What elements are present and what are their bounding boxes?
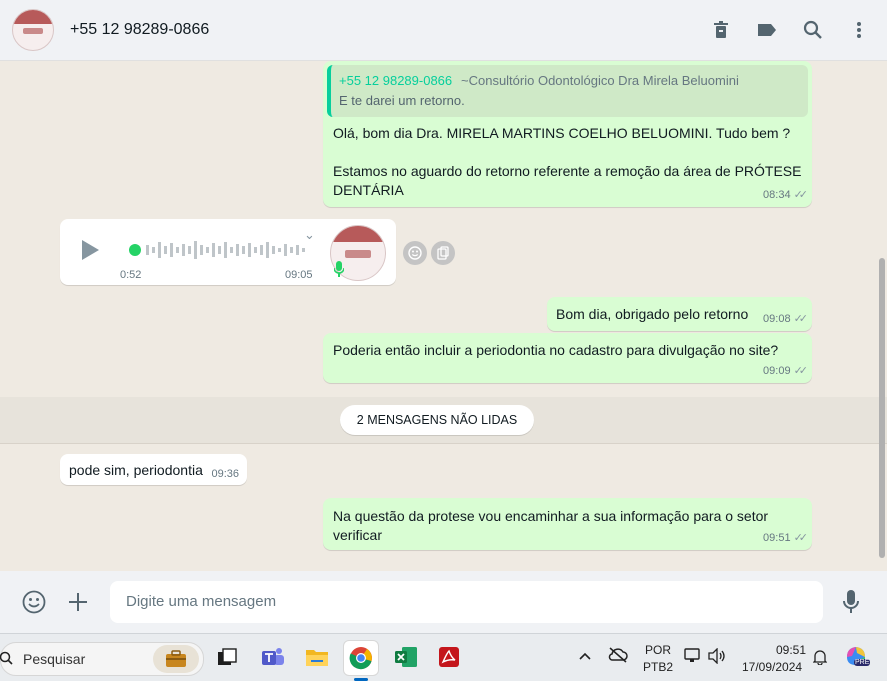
message-time: 09:08	[763, 312, 791, 325]
message-time: 08:34	[763, 188, 791, 201]
windows-taskbar: Pesquisar POR PTB2 09:51 17/09/2024 PRE	[0, 633, 887, 681]
chevron-down-icon[interactable]: ⌄	[304, 227, 315, 243]
message-outgoing[interactable]: Poderia então incluir a periodontia no c…	[323, 333, 812, 383]
contact-name[interactable]: +55 12 98289-0866	[70, 21, 209, 39]
volume-icon[interactable]	[708, 647, 726, 669]
message-input[interactable]: Digite uma mensagem	[110, 581, 823, 623]
message-outgoing[interactable]: Bom dia, obrigado pelo retorno 09:08 ✓✓	[547, 297, 812, 331]
chrome-icon[interactable]	[343, 640, 379, 676]
message-time: 09:36	[211, 468, 239, 480]
play-icon[interactable]	[80, 239, 100, 264]
audio-message[interactable]: ⌄ 0:52 09:05	[60, 219, 396, 285]
microphone-icon[interactable]	[843, 590, 859, 619]
message-time: 09:51	[763, 531, 791, 544]
unread-divider: 2 MENSAGENS NÃO LIDAS	[0, 397, 887, 444]
search-icon[interactable]	[799, 16, 827, 44]
message-text: Poderia então incluir a periodontia no c…	[333, 342, 779, 358]
contact-avatar[interactable]	[12, 9, 54, 51]
message-outgoing[interactable]: +55 12 98289-0866 ~Consultório Odontológ…	[323, 61, 812, 207]
network-icon[interactable]	[684, 648, 702, 669]
chat-area[interactable]: +55 12 98289-0866 ~Consultório Odontológ…	[0, 61, 887, 571]
unread-badge: 2 MENSAGENS NÃO LIDAS	[340, 405, 534, 435]
pdf-reader-icon[interactable]	[432, 640, 466, 674]
task-view-icon[interactable]	[210, 640, 244, 674]
emoji-icon[interactable]	[22, 590, 46, 619]
message-text: Estamos no aguardo do retorno referente …	[333, 163, 802, 179]
keyboard-layout[interactable]: PTB2	[643, 660, 673, 674]
trash-icon[interactable]	[707, 16, 735, 44]
copilot-pre-badge: PRE	[854, 659, 871, 666]
input-language[interactable]: POR	[645, 643, 671, 657]
clock-time[interactable]: 09:51	[776, 643, 806, 657]
briefcase-icon[interactable]	[153, 645, 199, 673]
read-ticks-icon: ✓✓	[793, 532, 809, 544]
file-explorer-icon[interactable]	[300, 640, 334, 674]
message-time: 09:05	[285, 269, 313, 281]
chat-scrollbar[interactable]	[879, 258, 885, 558]
search-icon	[0, 651, 13, 670]
microphone-icon	[333, 261, 345, 280]
quoted-sender: +55 12 98289-0866	[339, 73, 453, 88]
forward-icon[interactable]	[431, 241, 455, 265]
chat-header: +55 12 98289-0866	[0, 0, 887, 61]
more-icon[interactable]	[845, 16, 873, 44]
message-incoming[interactable]: pode sim, periodontia 09:36	[60, 454, 247, 485]
quoted-message[interactable]: +55 12 98289-0866 ~Consultório Odontológ…	[327, 65, 808, 117]
clock-date[interactable]: 17/09/2024	[742, 660, 802, 674]
read-ticks-icon: ✓✓	[793, 365, 809, 377]
excel-icon[interactable]	[389, 640, 423, 674]
teams-icon[interactable]	[256, 640, 290, 674]
message-text: verificar	[333, 527, 383, 543]
quoted-text: E te darei um retorno.	[339, 93, 465, 108]
search-label: Pesquisar	[23, 651, 86, 667]
message-time: 09:09	[763, 364, 791, 377]
compose-bar: Digite uma mensagem	[0, 571, 887, 633]
message-text: DENTÁRIA	[333, 182, 404, 198]
message-outgoing[interactable]: Na questão da protese vou encaminhar a s…	[323, 498, 812, 550]
read-ticks-icon: ✓✓	[793, 313, 809, 325]
audio-duration: 0:52	[120, 269, 142, 281]
tag-icon[interactable]	[753, 16, 781, 44]
message-input-placeholder: Digite uma mensagem	[126, 593, 277, 610]
message-text: Bom dia, obrigado pelo retorno	[556, 306, 749, 322]
read-ticks-icon: ✓✓	[793, 189, 809, 201]
copilot-icon[interactable]: PRE	[843, 643, 871, 669]
taskbar-search[interactable]: Pesquisar	[0, 642, 204, 676]
message-text: pode sim, periodontia	[69, 462, 203, 478]
quoted-sender-name: ~Consultório Odontológico Dra Mirela Bel…	[461, 73, 739, 88]
message-text: Na questão da protese vou encaminhar a s…	[333, 508, 769, 524]
notification-bell-icon[interactable]	[812, 649, 828, 670]
attach-plus-icon[interactable]	[67, 591, 89, 618]
cloud-offline-icon[interactable]	[608, 647, 628, 668]
message-text: Olá, bom dia Dra. MIRELA MARTINS COELHO …	[333, 125, 791, 141]
chevron-up-icon[interactable]	[578, 648, 592, 666]
emoji-reaction-icon[interactable]	[403, 241, 427, 265]
